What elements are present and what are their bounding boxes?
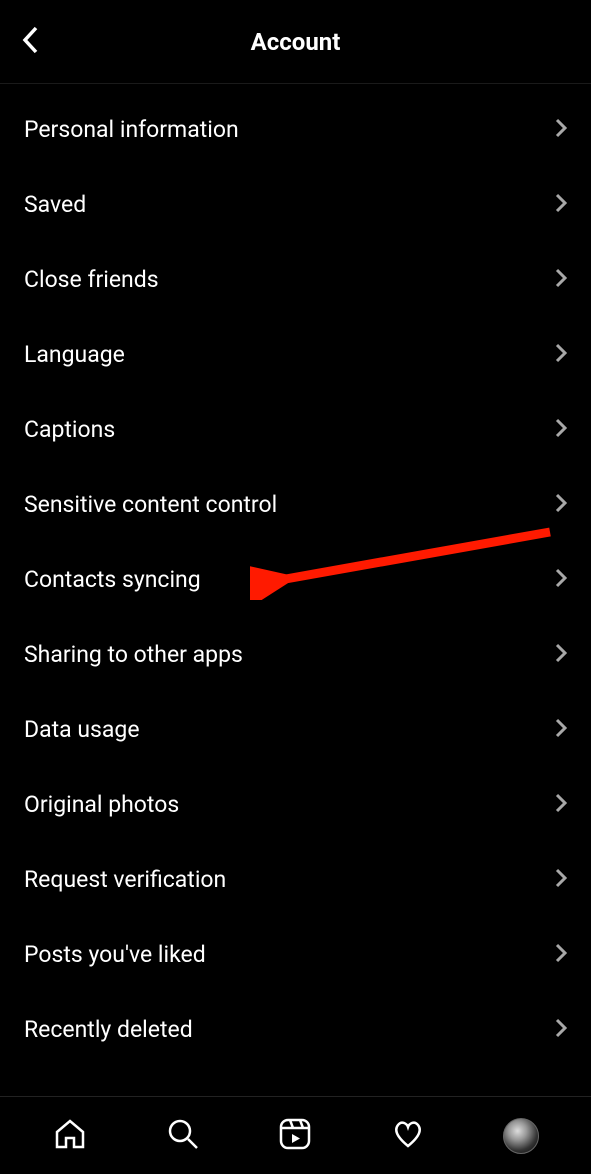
tab-bar (0, 1096, 591, 1174)
tab-search[interactable] (160, 1113, 206, 1159)
heart-icon (391, 1117, 425, 1155)
menu-item-label: Contacts syncing (24, 566, 201, 593)
home-icon (53, 1117, 87, 1155)
tab-activity[interactable] (385, 1113, 431, 1159)
chevron-right-icon (555, 418, 567, 442)
menu-item-original-photos[interactable]: Original photos (0, 767, 591, 842)
tab-profile[interactable] (498, 1113, 544, 1159)
menu-item-sensitive-content-control[interactable]: Sensitive content control (0, 467, 591, 542)
chevron-right-icon (555, 868, 567, 892)
back-button[interactable] (20, 25, 42, 59)
chevron-right-icon (555, 493, 567, 517)
menu-item-label: Recently deleted (24, 1016, 193, 1043)
chevron-right-icon (555, 568, 567, 592)
chevron-left-icon (20, 25, 42, 59)
chevron-right-icon (555, 1018, 567, 1042)
menu-item-label: Personal information (24, 116, 239, 143)
tab-home[interactable] (47, 1113, 93, 1159)
menu-item-label: Original photos (24, 791, 179, 818)
menu-item-posts-youve-liked[interactable]: Posts you've liked (0, 917, 591, 992)
menu-item-personal-information[interactable]: Personal information (0, 92, 591, 167)
menu-item-request-verification[interactable]: Request verification (0, 842, 591, 917)
menu-item-label: Close friends (24, 266, 159, 293)
chevron-right-icon (555, 118, 567, 142)
menu-item-label: Captions (24, 416, 115, 443)
menu-item-sharing-to-other-apps[interactable]: Sharing to other apps (0, 617, 591, 692)
header: Account (0, 0, 591, 84)
tab-reels[interactable] (272, 1113, 318, 1159)
menu-item-language[interactable]: Language (0, 317, 591, 392)
page-title: Account (20, 28, 571, 56)
menu-item-data-usage[interactable]: Data usage (0, 692, 591, 767)
menu-item-captions[interactable]: Captions (0, 392, 591, 467)
search-icon (166, 1117, 200, 1155)
chevron-right-icon (555, 718, 567, 742)
menu-item-close-friends[interactable]: Close friends (0, 242, 591, 317)
reels-icon (278, 1117, 312, 1155)
chevron-right-icon (555, 793, 567, 817)
chevron-right-icon (555, 943, 567, 967)
chevron-right-icon (555, 193, 567, 217)
menu-item-label: Request verification (24, 866, 226, 893)
menu-item-recently-deleted[interactable]: Recently deleted (0, 992, 591, 1067)
settings-menu: Personal information Saved Close friends… (0, 84, 591, 1067)
menu-item-label: Sharing to other apps (24, 641, 243, 668)
menu-item-label: Language (24, 341, 125, 368)
menu-item-contacts-syncing[interactable]: Contacts syncing (0, 542, 591, 617)
chevron-right-icon (555, 268, 567, 292)
menu-item-saved[interactable]: Saved (0, 167, 591, 242)
menu-item-label: Posts you've liked (24, 941, 206, 968)
menu-item-label: Saved (24, 191, 86, 218)
chevron-right-icon (555, 643, 567, 667)
chevron-right-icon (555, 343, 567, 367)
avatar (503, 1118, 539, 1154)
menu-item-label: Data usage (24, 716, 140, 743)
menu-item-label: Sensitive content control (24, 491, 277, 518)
